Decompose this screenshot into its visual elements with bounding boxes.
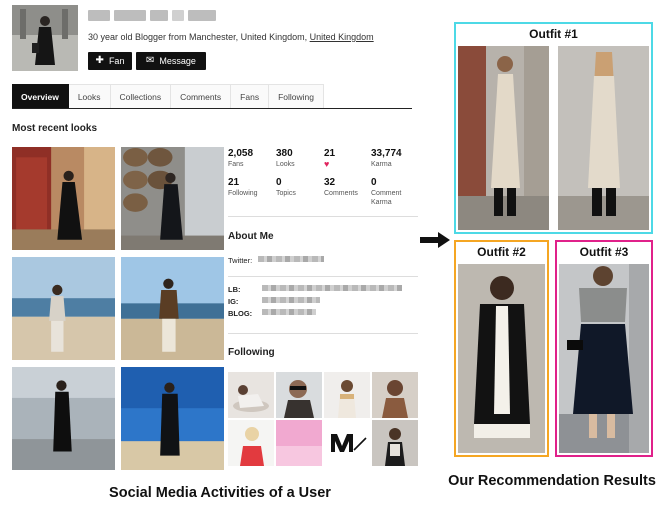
tab-comments[interactable]: Comments: [171, 84, 232, 108]
stat-value: 2,058: [228, 148, 254, 159]
stat-karma[interactable]: 33,774 Karma: [371, 148, 402, 169]
following-heading: Following: [228, 347, 275, 358]
lb-label: LB:: [228, 285, 241, 294]
followed-user-avatar[interactable]: [372, 420, 418, 466]
heart-icon: ♥: [324, 159, 330, 169]
stat-comments[interactable]: 32 Comments: [324, 177, 358, 198]
divider: [228, 276, 418, 277]
followed-user-avatar[interactable]: [276, 420, 322, 466]
twitter-label: Twitter:: [228, 256, 253, 265]
outfit-1-photo-front[interactable]: [458, 46, 549, 230]
followed-user-avatar[interactable]: [228, 420, 274, 466]
look-thumbnail[interactable]: [12, 257, 115, 360]
stat-label: Comments: [324, 190, 358, 197]
user-avatar[interactable]: [12, 5, 78, 71]
look-thumbnail[interactable]: [121, 367, 224, 470]
stat-value: 0: [276, 177, 282, 188]
look-thumbnail[interactable]: [12, 367, 115, 470]
user-bio: 30 year old Blogger from Manchester, Uni…: [88, 32, 374, 42]
outfit-3-photo[interactable]: [559, 264, 649, 453]
envelope-icon: ✉: [146, 55, 155, 66]
look-thumbnail[interactable]: [121, 147, 224, 250]
tab-following[interactable]: Following: [269, 84, 324, 108]
ig-label: IG:: [228, 297, 239, 306]
outfit-2-photo[interactable]: [458, 264, 545, 453]
followed-user-avatar[interactable]: [324, 372, 370, 418]
look-thumbnail[interactable]: [121, 257, 224, 360]
location-link[interactable]: United Kingdom: [310, 32, 374, 42]
stat-value: 33,774: [371, 148, 402, 159]
blog-label: BLOG:: [228, 309, 253, 318]
stat-label: Looks: [276, 161, 295, 168]
stat-looks[interactable]: 380 Looks: [276, 148, 295, 169]
plus-icon: ✚: [95, 55, 104, 66]
twitter-handle-redacted: [258, 256, 324, 262]
left-caption: Social Media Activities of a User: [109, 485, 331, 501]
message-button-label: Message: [159, 56, 196, 66]
stat-label: Topics: [276, 190, 296, 197]
outfit-1-title: Outfit #1: [529, 27, 578, 41]
right-caption: Our Recommendation Results: [448, 473, 656, 489]
stat-value: 380: [276, 148, 293, 159]
lb-link-redacted: [262, 285, 402, 291]
divider: [228, 333, 418, 334]
arrow-right-icon: [420, 232, 450, 248]
tab-looks[interactable]: Looks: [68, 84, 111, 108]
fan-button-label: Fan: [108, 56, 125, 66]
outfit-3-title: Outfit #3: [579, 245, 629, 259]
blog-link-redacted: [262, 309, 316, 315]
divider: [228, 216, 418, 217]
tab-overview[interactable]: Overview: [12, 84, 69, 108]
stat-fans[interactable]: 2,058 Fans: [228, 148, 253, 169]
stat-label: Following: [228, 190, 258, 197]
profile-tabs: Overview Looks Collections Comments Fans…: [12, 84, 412, 109]
bio-text: 30 year old Blogger from Manchester, Uni…: [88, 32, 310, 42]
stat-label: Karma: [371, 161, 392, 168]
tab-fans[interactable]: Fans: [231, 84, 270, 108]
stat-topics[interactable]: 0 Topics: [276, 177, 296, 198]
followed-user-avatar[interactable]: [324, 420, 370, 466]
recent-looks-heading: Most recent looks: [12, 123, 98, 134]
stat-label: Comment Karma: [371, 190, 402, 206]
username-redacted: [88, 7, 228, 23]
followed-user-avatar[interactable]: [276, 372, 322, 418]
fan-button[interactable]: ✚ Fan: [88, 52, 132, 70]
followed-user-avatar[interactable]: [228, 372, 274, 418]
tab-collections[interactable]: Collections: [110, 84, 172, 108]
outfit-1-photo-back[interactable]: [558, 46, 649, 230]
stat-value: 32: [324, 177, 336, 188]
ig-link-redacted: [262, 297, 320, 303]
about-me-heading: About Me: [228, 231, 274, 242]
stat-following[interactable]: 21 Following: [228, 177, 258, 198]
message-button[interactable]: ✉ Message: [136, 52, 206, 70]
stat-value: 0: [371, 177, 377, 188]
stat-label: Fans: [228, 161, 244, 168]
look-thumbnail[interactable]: [12, 147, 115, 250]
stat-value: 21: [228, 177, 240, 188]
stat-hearts[interactable]: 21 ♥: [324, 148, 335, 170]
followed-user-avatar[interactable]: [372, 372, 418, 418]
outfit-2-title: Outfit #2: [477, 245, 526, 259]
stat-comment-karma[interactable]: 0 Comment Karma: [371, 177, 413, 207]
